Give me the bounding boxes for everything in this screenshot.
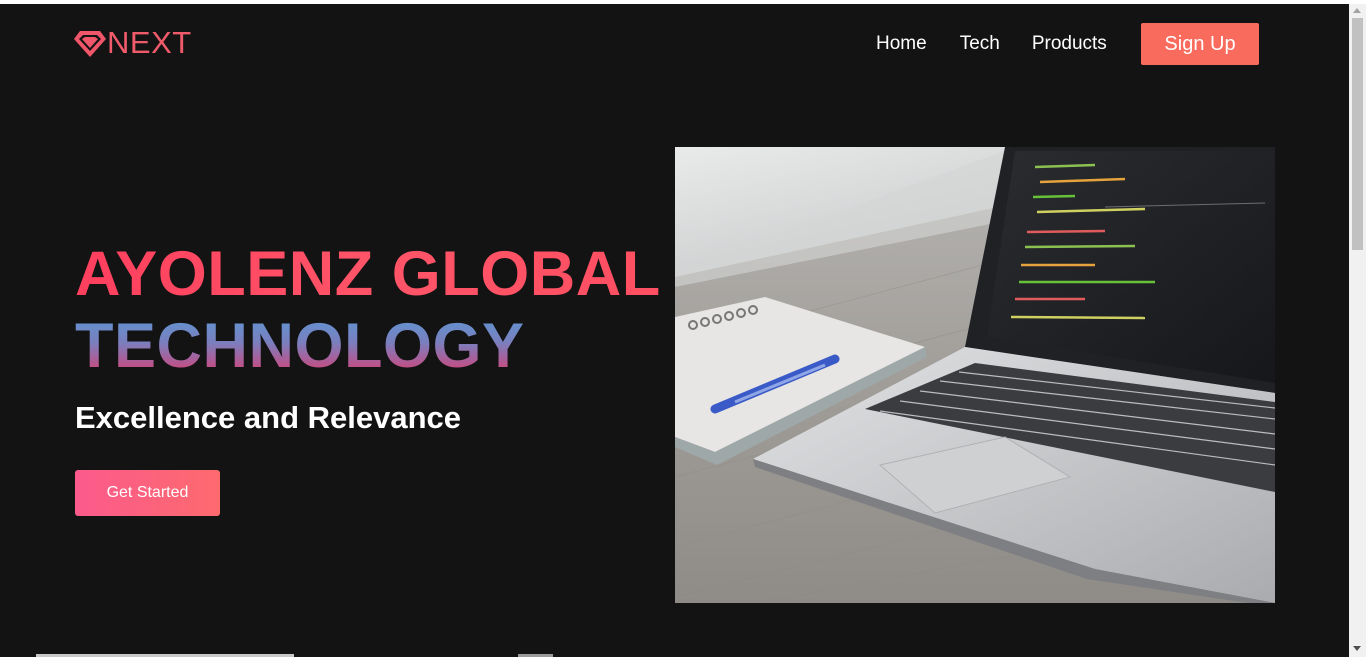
brand-name: NEXT bbox=[107, 25, 192, 60]
hero-title-line1: AYOLENZ GLOBAL bbox=[75, 239, 661, 309]
sign-up-button[interactable]: Sign Up bbox=[1141, 23, 1259, 65]
nav-link-tech[interactable]: Tech bbox=[960, 24, 1000, 64]
scroll-down-arrow-icon[interactable] bbox=[1353, 646, 1361, 651]
get-started-button[interactable]: Get Started bbox=[75, 470, 220, 516]
diamond-logo-icon bbox=[74, 31, 106, 57]
brand-logo[interactable]: NEXT bbox=[74, 26, 192, 60]
nav-link-products[interactable]: Products bbox=[1032, 24, 1107, 64]
scrollbar-thumb[interactable] bbox=[1352, 18, 1363, 250]
landing-page: NEXT Home Tech Products Sign Up AYOLENZ … bbox=[0, 4, 1349, 657]
laptop-hero-image bbox=[675, 147, 1275, 603]
main-nav: Home Tech Products bbox=[876, 24, 1140, 64]
scroll-up-arrow-icon[interactable] bbox=[1353, 8, 1361, 13]
hero-title-line2: TECHNOLOGY bbox=[75, 310, 661, 382]
hero-title: AYOLENZ GLOBAL TECHNOLOGY bbox=[75, 238, 661, 382]
hero-subtitle: Excellence and Relevance bbox=[75, 400, 462, 435]
nav-link-home[interactable]: Home bbox=[876, 24, 927, 64]
top-navbar: NEXT Home Tech Products Sign Up bbox=[0, 4, 1349, 84]
vertical-scrollbar[interactable] bbox=[1349, 4, 1366, 657]
